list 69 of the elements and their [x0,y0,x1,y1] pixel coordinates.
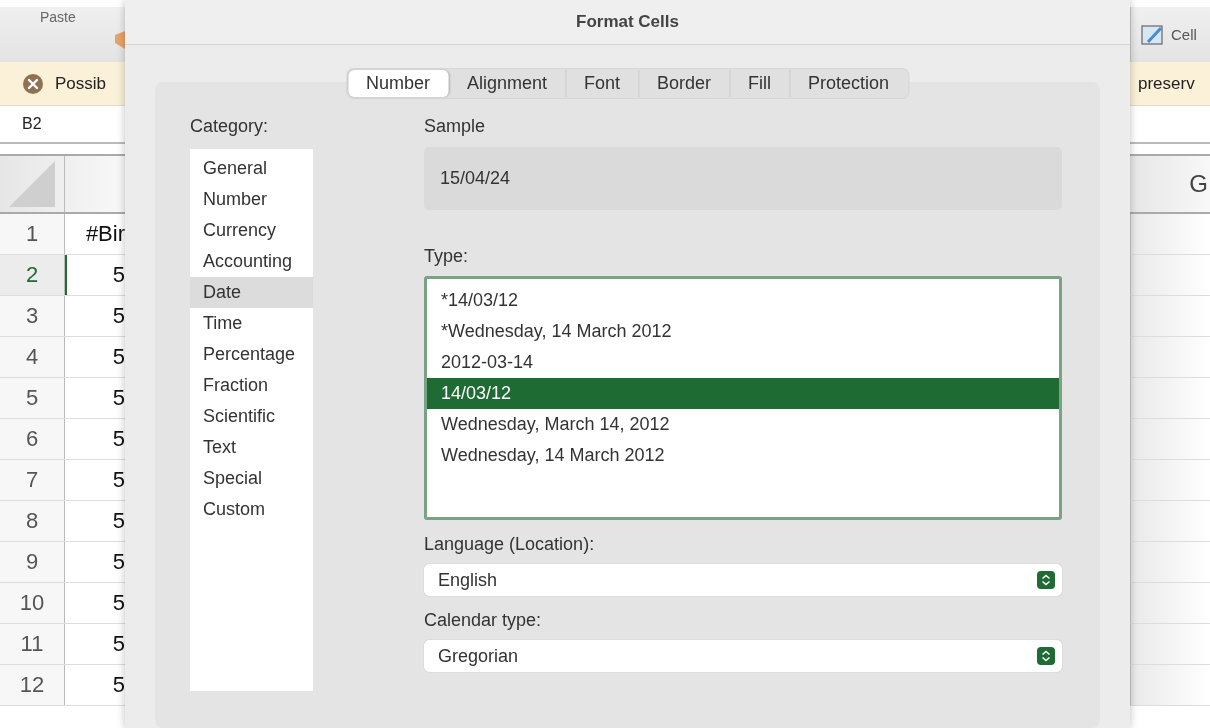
row-number[interactable]: 2 [0,255,65,295]
row-number[interactable]: 1 [0,214,65,254]
table-cell[interactable]: #Bir [65,214,125,254]
table-cell[interactable]: 5 [65,337,125,377]
category-label: Category: [190,116,270,137]
category-item[interactable]: Date [190,277,313,308]
category-item[interactable]: Text [190,432,313,463]
corner-triangle-icon [9,161,55,207]
type-item[interactable]: Wednesday, 14 March 2012 [427,440,1059,471]
row-number[interactable]: 11 [0,624,65,664]
table-cell[interactable]: 5 [65,665,125,705]
row-number[interactable]: 3 [0,296,65,336]
type-item[interactable]: *14/03/12 [427,285,1059,316]
tab[interactable]: Alignment [448,70,566,97]
row-number[interactable]: 9 [0,542,65,582]
table-cell[interactable]: 5 [65,583,125,623]
language-label: Language (Location): [424,534,596,555]
table-cell[interactable]: 5 [65,296,125,336]
error-icon [23,73,43,94]
sample-box: 15/04/24 [424,147,1062,210]
table-cell[interactable]: 5 [65,542,125,582]
tab[interactable]: Number [347,70,449,97]
category-item[interactable]: Custom [190,494,313,525]
type-item[interactable]: Wednesday, March 14, 2012 [427,409,1059,440]
stepper-icon [1037,571,1055,589]
tab[interactable]: Fill [730,70,791,97]
type-label: Type: [424,246,470,267]
row-number[interactable]: 6 [0,419,65,459]
category-list[interactable]: General Number Currency Accounting Date Time Percentage Fraction Scientific Text Special Custom [190,149,313,691]
category-item[interactable]: General [190,153,313,184]
category-item[interactable]: Time [190,308,313,339]
sample-label: Sample [424,116,487,137]
column-header[interactable]: G [1130,154,1210,214]
row-number[interactable]: 5 [0,378,65,418]
row-number[interactable]: 4 [0,337,65,377]
type-item[interactable]: 14/03/12 [427,378,1059,409]
cell-styles-label[interactable]: Cell [1171,26,1197,43]
language-select[interactable]: English [424,564,1062,596]
tab[interactable]: Font [566,70,639,97]
warning-text: preserv [1138,73,1195,94]
row-number[interactable]: 7 [0,460,65,500]
stepper-icon [1037,647,1055,665]
tab[interactable]: Protection [790,70,908,97]
table-cell[interactable]: 5 [65,501,125,541]
row-number[interactable]: 8 [0,501,65,541]
table-cell[interactable]: 5 [65,624,125,664]
table-cell[interactable]: 5 [65,419,125,459]
paste-label[interactable]: Paste [40,9,76,25]
calendar-type-select[interactable]: Gregorian [424,640,1062,672]
category-item[interactable]: Number [190,184,313,215]
category-item[interactable]: Currency [190,215,313,246]
window-title: Format Cells [576,12,679,32]
category-item[interactable]: Fraction [190,370,313,401]
type-list[interactable]: *14/03/12 *Wednesday, 14 March 2012 2012-03-14 14/03/12 Wednesday, March 14, 2012 Wednesday, 14 March 2012 [424,276,1062,520]
name-box[interactable]: B2 [22,115,42,133]
tab[interactable]: Border [639,70,731,97]
category-item[interactable]: Special [190,463,313,494]
type-item[interactable]: *Wednesday, 14 March 2012 [427,316,1059,347]
cell-style-icon[interactable] [1141,22,1165,47]
category-item[interactable]: Percentage [190,339,313,370]
warning-text: Possib [55,73,107,94]
category-item[interactable]: Accounting [190,246,313,277]
row-number[interactable]: 10 [0,583,65,623]
table-cell[interactable]: 5 [65,460,125,500]
type-item[interactable]: 2012-03-14 [427,347,1059,378]
calendar-type-label: Calendar type: [424,610,543,631]
table-cell[interactable]: 5 [65,378,125,418]
category-item[interactable]: Scientific [190,401,313,432]
row-number[interactable]: 12 [0,665,65,705]
